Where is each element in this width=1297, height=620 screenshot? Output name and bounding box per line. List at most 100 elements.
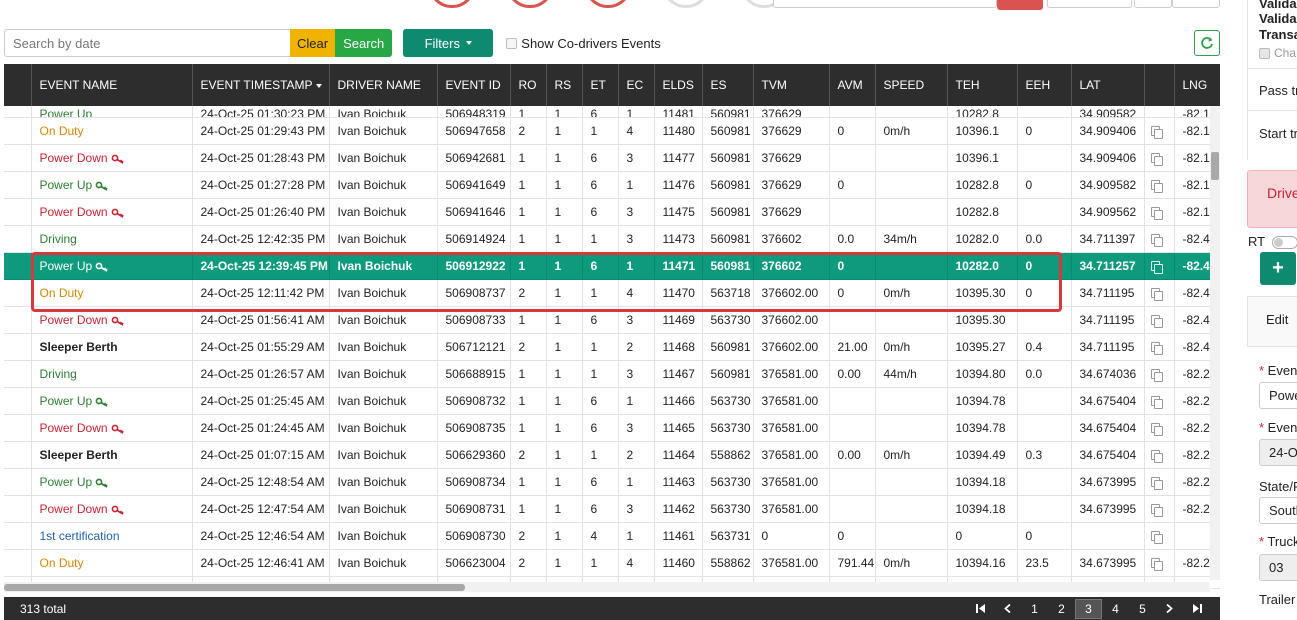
truck-field[interactable]: 03: [1259, 554, 1297, 581]
eeh-header[interactable]: EEH: [1017, 64, 1072, 106]
table-row[interactable]: Power Down 24-Oct-25 01:28:43 PM Ivan Boic…: [4, 144, 1220, 172]
page-2-button[interactable]: 2: [1048, 599, 1075, 619]
copy-cell[interactable]: [1144, 144, 1175, 172]
copy-cell[interactable]: [1144, 198, 1175, 226]
panel-checkbox[interactable]: [1259, 47, 1270, 59]
top-input[interactable]: [1134, 0, 1172, 8]
copy-icon[interactable]: [1150, 125, 1163, 139]
speed-header[interactable]: SPEED: [875, 64, 948, 106]
state-select[interactable]: South: [1259, 497, 1297, 524]
last-page-button[interactable]: [1183, 599, 1210, 619]
table-row[interactable]: On Duty 24-Oct-25 12:11:42 PM Ivan Boichuk…: [4, 279, 1220, 307]
table-row[interactable]: On Duty 24-Oct-25 01:29:43 PM Ivan Boichuk…: [4, 117, 1220, 145]
page-5-button[interactable]: 5: [1129, 599, 1156, 619]
horizontal-scrollbar-thumb[interactable]: [4, 584, 465, 591]
add-event-button[interactable]: +: [1260, 252, 1296, 285]
elds-header[interactable]: ELDS: [654, 64, 703, 106]
table-row[interactable]: Power Down 24-Oct-25 01:24:45 AM Ivan Boic…: [4, 414, 1220, 442]
copy-cell[interactable]: [1144, 468, 1175, 496]
top-input[interactable]: [773, 0, 997, 8]
table-row[interactable]: Power Down 24-Oct-25 12:47:54 AM Ivan Boic…: [4, 495, 1220, 523]
copy-cell[interactable]: [1144, 171, 1175, 199]
copy-icon[interactable]: [1150, 341, 1163, 355]
et-header[interactable]: ET: [582, 64, 619, 106]
table-row[interactable]: Sleeper Berth 24-Oct-25 01:07:15 AM Ivan B…: [4, 441, 1220, 469]
copy-icon[interactable]: [1150, 233, 1163, 247]
lat-header[interactable]: LAT: [1071, 64, 1145, 106]
copy-cell[interactable]: [1144, 306, 1175, 334]
copy-icon[interactable]: [1150, 557, 1163, 571]
table-row[interactable]: On Duty 24-Oct-25 12:46:41 AM Ivan Boichuk…: [4, 549, 1220, 577]
table-row[interactable]: Sleeper Berth 24-Oct-25 01:55:29 AM Ivan B…: [4, 333, 1220, 361]
copy-icon[interactable]: [1150, 503, 1163, 517]
event-id-header[interactable]: EVENT ID: [437, 64, 511, 106]
driver-name-header[interactable]: DRIVER NAME: [329, 64, 438, 106]
page-3-button[interactable]: 3: [1075, 598, 1102, 619]
copy-cell[interactable]: [1144, 387, 1175, 415]
copy-cell[interactable]: [1144, 279, 1175, 307]
copy-icon[interactable]: [1150, 395, 1163, 409]
table-row[interactable]: Power Up 24-Oct-25 12:39:45 PM Ivan Boichu…: [4, 252, 1220, 280]
table-row[interactable]: Driving 24-Oct-25 01:26:57 AM Ivan Boichuk…: [4, 360, 1220, 388]
copy-icon[interactable]: [1150, 152, 1163, 166]
prev-page-button[interactable]: [994, 599, 1021, 619]
sort-desc-icon[interactable]: [315, 83, 322, 88]
copy-icon[interactable]: [1150, 206, 1163, 220]
tvm-header[interactable]: TVM: [753, 64, 830, 106]
es-header[interactable]: ES: [702, 64, 754, 106]
vertical-scrollbar-thumb[interactable]: [1211, 152, 1219, 180]
search-by-date-input[interactable]: [4, 29, 290, 57]
table-row[interactable]: Power Down 24-Oct-25 01:26:40 PM Ivan Boic…: [4, 198, 1220, 226]
event-timestamp-header[interactable]: EVENT TIMESTAMP: [192, 64, 330, 106]
copy-icon[interactable]: [1150, 476, 1163, 490]
page-1-button[interactable]: 1: [1021, 599, 1048, 619]
table-row[interactable]: Power Up 24-Oct-25 12:48:54 AM Ivan Boichu…: [4, 468, 1220, 496]
copy-col-header[interactable]: [1144, 64, 1175, 106]
event-time-field[interactable]: 24-O: [1259, 439, 1297, 466]
copy-icon[interactable]: [1150, 314, 1163, 328]
rt-toggle[interactable]: [1272, 236, 1297, 249]
table-row[interactable]: 1st certification 24-Oct-25 12:46:54 AM Iv…: [4, 522, 1220, 550]
copy-cell[interactable]: [1144, 225, 1175, 253]
table-row[interactable]: Power Down 24-Oct-25 01:56:41 AM Ivan Boic…: [4, 306, 1220, 334]
copy-cell[interactable]: [1144, 252, 1175, 280]
filters-button[interactable]: Filters: [403, 29, 494, 57]
copy-cell[interactable]: [1144, 522, 1175, 550]
show-codrivers-toggle[interactable]: Show Co-drivers Events: [506, 36, 661, 51]
codrivers-checkbox[interactable]: [506, 37, 518, 49]
vertical-scrollbar[interactable]: [1210, 106, 1220, 580]
copy-cell[interactable]: [1144, 414, 1175, 442]
next-page-button[interactable]: [1156, 599, 1183, 619]
page-4-button[interactable]: 4: [1102, 599, 1129, 619]
horizontal-scrollbar[interactable]: [4, 582, 1210, 592]
first-page-button[interactable]: [967, 599, 994, 619]
copy-icon[interactable]: [1150, 260, 1163, 274]
lng-header[interactable]: LNG: [1174, 64, 1220, 106]
table-row[interactable]: Power Up 24-Oct-25 01:27:28 PM Ivan Boichu…: [4, 171, 1220, 199]
panel-checkbox-row[interactable]: Cha: [1259, 46, 1296, 60]
clear-button[interactable]: Clear: [290, 29, 336, 57]
copy-icon[interactable]: [1150, 449, 1163, 463]
copy-cell[interactable]: [1144, 360, 1175, 388]
rs-header[interactable]: RS: [546, 64, 583, 106]
table-row[interactable]: Power Up 24-Oct-25 01:25:45 AM Ivan Boichu…: [4, 387, 1220, 415]
copy-icon[interactable]: [1150, 530, 1163, 544]
copy-icon[interactable]: [1150, 179, 1163, 193]
drag-col-header[interactable]: [4, 64, 32, 106]
copy-cell[interactable]: [1144, 117, 1175, 145]
copy-icon[interactable]: [1150, 422, 1163, 436]
search-button[interactable]: Search: [335, 29, 393, 57]
teh-header[interactable]: TEH: [947, 64, 1018, 106]
event-type-select[interactable]: Powe: [1259, 382, 1297, 409]
copy-cell[interactable]: [1144, 495, 1175, 523]
refresh-button[interactable]: [1194, 30, 1220, 56]
copy-cell[interactable]: [1144, 549, 1175, 577]
copy-cell[interactable]: [1144, 441, 1175, 469]
copy-cell[interactable]: [1144, 333, 1175, 361]
ro-header[interactable]: RO: [510, 64, 547, 106]
copy-icon[interactable]: [1150, 287, 1163, 301]
top-input[interactable]: [1172, 0, 1220, 8]
ec-header[interactable]: EC: [618, 64, 655, 106]
table-row-partial[interactable]: Power Up 24-Oct-25 01:30:23 PM Ivan Boichu…: [4, 106, 1220, 118]
copy-icon[interactable]: [1150, 368, 1163, 382]
